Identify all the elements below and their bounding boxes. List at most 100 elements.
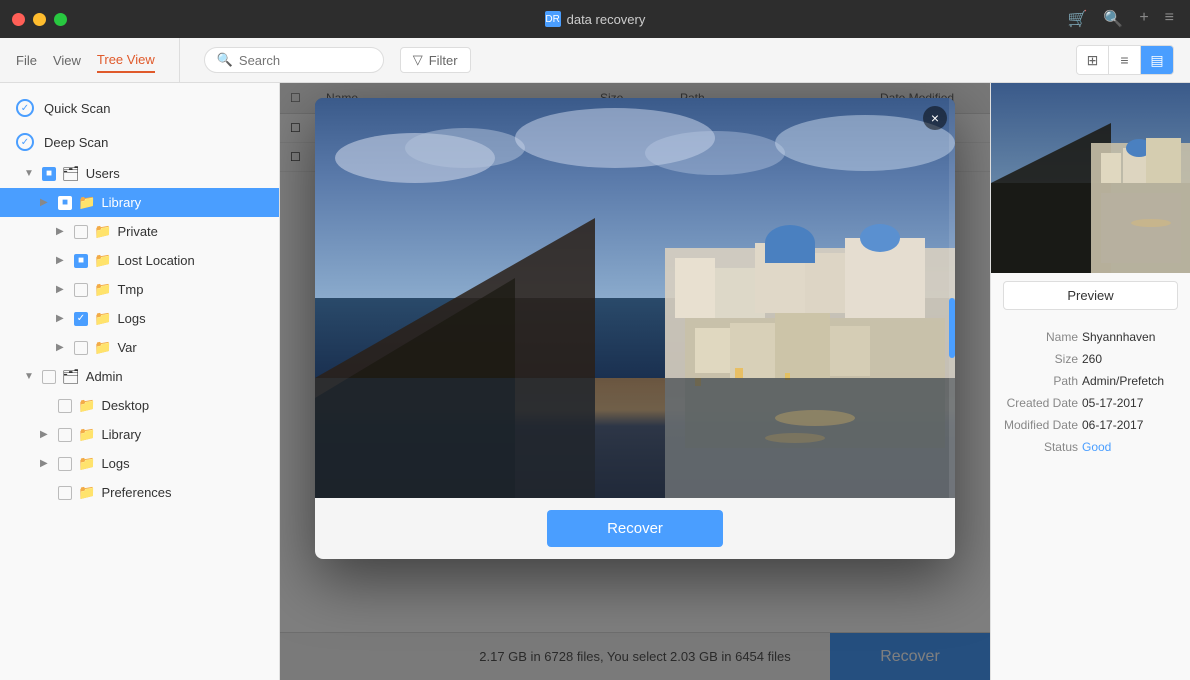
folder-icon: 📁 (94, 339, 111, 356)
lost-location-checkbox[interactable]: ■ (74, 254, 88, 268)
add-icon[interactable]: + (1139, 9, 1148, 29)
deep-scan-icon: ✓ (16, 133, 34, 151)
chevron-right-icon: ▶ (40, 429, 52, 440)
meta-size-row: Size 260 (1003, 348, 1178, 370)
meta-name-label: Name (1003, 330, 1078, 344)
sidebar-item-admin[interactable]: ▼ 🗂 Admin (0, 362, 279, 391)
folder-icon: 📁 (94, 310, 111, 327)
menu-icon[interactable]: ≡ (1165, 9, 1174, 29)
nav-tree-view[interactable]: Tree View (97, 48, 155, 73)
users-checkbox[interactable]: ■ (42, 167, 56, 181)
search-input[interactable] (239, 53, 359, 68)
modal-image: × (315, 98, 955, 498)
sidebar-item-library[interactable]: ▶ ■ 📁 Library (0, 188, 279, 217)
search-icon: 🔍 (217, 52, 233, 68)
app-body: File View Tree View 🔍 ▽ Filter ⊞ ≡ ▤ (0, 38, 1190, 680)
admin-logs-label: Logs (101, 456, 129, 471)
preview-button[interactable]: Preview (1003, 281, 1178, 310)
minimize-button[interactable] (33, 13, 46, 26)
chevron-right-icon: ▶ (56, 226, 68, 237)
nav-view[interactable]: View (53, 49, 81, 72)
meta-path-value: Admin/Prefetch (1082, 374, 1178, 388)
logs-checkbox[interactable]: ✓ (74, 312, 88, 326)
meta-path-row: Path Admin/Prefetch (1003, 370, 1178, 392)
library-label: Library (101, 195, 141, 210)
folder-icon: 📁 (94, 281, 111, 298)
meta-table: Name Shyannhaven Size 260 Path Admin/Pre… (991, 318, 1190, 466)
preview-image (991, 83, 1190, 273)
folder-icon: 📁 (78, 397, 95, 414)
sidebar-item-preferences[interactable]: ▶ 📁 Preferences (0, 478, 279, 507)
meta-created-label: Created Date (1003, 396, 1078, 410)
titlebar: DR data recovery 🛒 🔍 + ≡ (0, 0, 1190, 38)
folder-icon: 📁 (94, 252, 111, 269)
nav-file[interactable]: File (16, 49, 37, 72)
private-label: Private (117, 224, 157, 239)
chevron-right-icon: ▶ (40, 458, 52, 469)
detail-view-button[interactable]: ▤ (1141, 46, 1173, 74)
meta-status-value: Good (1082, 440, 1178, 454)
sidebar-item-desktop[interactable]: ▶ 📁 Desktop (0, 391, 279, 420)
filter-icon: ▽ (413, 52, 423, 68)
var-label: Var (117, 340, 136, 355)
sidebar-item-var[interactable]: ▶ 📁 Var (0, 333, 279, 362)
image-preview-modal: × Recover (315, 98, 955, 559)
sidebar-item-logs[interactable]: ▶ ✓ 📁 Logs (0, 304, 279, 333)
preview-image-inner (991, 83, 1190, 273)
modal-overlay[interactable]: × Recover (280, 83, 990, 680)
folder-icon: 📁 (78, 484, 95, 501)
close-button[interactable] (12, 13, 25, 26)
sidebar-item-admin-library[interactable]: ▶ 📁 Library (0, 420, 279, 449)
grid-view-button[interactable]: ⊞ (1077, 46, 1109, 74)
preferences-label: Preferences (101, 485, 171, 500)
search-icon[interactable]: 🔍 (1103, 9, 1123, 29)
admin-logs-checkbox[interactable] (58, 457, 72, 471)
private-checkbox[interactable] (74, 225, 88, 239)
folder-icon: 📁 (78, 426, 95, 443)
sidebar: ✓ Quick Scan ✓ Deep Scan ▼ ■ 🗂 Users ▶ ■… (0, 83, 280, 680)
sidebar-item-admin-logs[interactable]: ▶ 📁 Logs (0, 449, 279, 478)
filter-button[interactable]: ▽ Filter (400, 47, 471, 73)
desktop-label: Desktop (101, 398, 149, 413)
quick-scan-item[interactable]: ✓ Quick Scan (0, 91, 279, 125)
meta-size-value: 260 (1082, 352, 1178, 366)
desktop-checkbox[interactable] (58, 399, 72, 413)
list-view-button[interactable]: ≡ (1109, 46, 1141, 74)
content-area: ✓ Quick Scan ✓ Deep Scan ▼ ■ 🗂 Users ▶ ■… (0, 83, 1190, 680)
modal-scrollbar[interactable] (949, 98, 955, 498)
preferences-checkbox[interactable] (58, 486, 72, 500)
view-toggle: ⊞ ≡ ▤ (1076, 45, 1174, 75)
cart-icon[interactable]: 🛒 (1067, 9, 1087, 29)
tmp-label: Tmp (117, 282, 143, 297)
var-checkbox[interactable] (74, 341, 88, 355)
chevron-right-icon: ▶ (56, 342, 68, 353)
sidebar-item-private[interactable]: ▶ 📁 Private (0, 217, 279, 246)
sidebar-item-lost-location[interactable]: ▶ ■ 📁 Lost Location (0, 246, 279, 275)
meta-modified-value: 06-17-2017 (1082, 418, 1178, 432)
meta-status-label: Status (1003, 440, 1078, 454)
admin-library-checkbox[interactable] (58, 428, 72, 442)
folder-icon: 📁 (94, 223, 111, 240)
sidebar-item-users[interactable]: ▼ ■ 🗂 Users (0, 159, 279, 188)
quick-scan-label: Quick Scan (44, 101, 110, 116)
modal-scrollbar-thumb (949, 298, 955, 358)
maximize-button[interactable] (54, 13, 67, 26)
meta-name-row: Name Shyannhaven (1003, 326, 1178, 348)
meta-name-value: Shyannhaven (1082, 330, 1178, 344)
folder-icon: 📁 (78, 455, 95, 472)
deep-scan-item[interactable]: ✓ Deep Scan (0, 125, 279, 159)
folder-icon: 📁 (78, 194, 95, 211)
titlebar-title: DR data recovery (545, 11, 646, 27)
tmp-checkbox[interactable] (74, 283, 88, 297)
modal-recover-button[interactable]: Recover (547, 510, 723, 547)
meta-status-row: Status Good (1003, 436, 1178, 458)
chevron-right-icon: ▶ (56, 313, 68, 324)
library-checkbox[interactable]: ■ (58, 196, 72, 210)
chevron-right-icon: ▶ (40, 197, 52, 208)
sidebar-item-tmp[interactable]: ▶ 📁 Tmp (0, 275, 279, 304)
chevron-right-icon: ▶ (56, 284, 68, 295)
modal-close-button[interactable]: × (923, 106, 947, 130)
meta-created-row: Created Date 05-17-2017 (1003, 392, 1178, 414)
deep-scan-label: Deep Scan (44, 135, 108, 150)
admin-checkbox[interactable] (42, 370, 56, 384)
